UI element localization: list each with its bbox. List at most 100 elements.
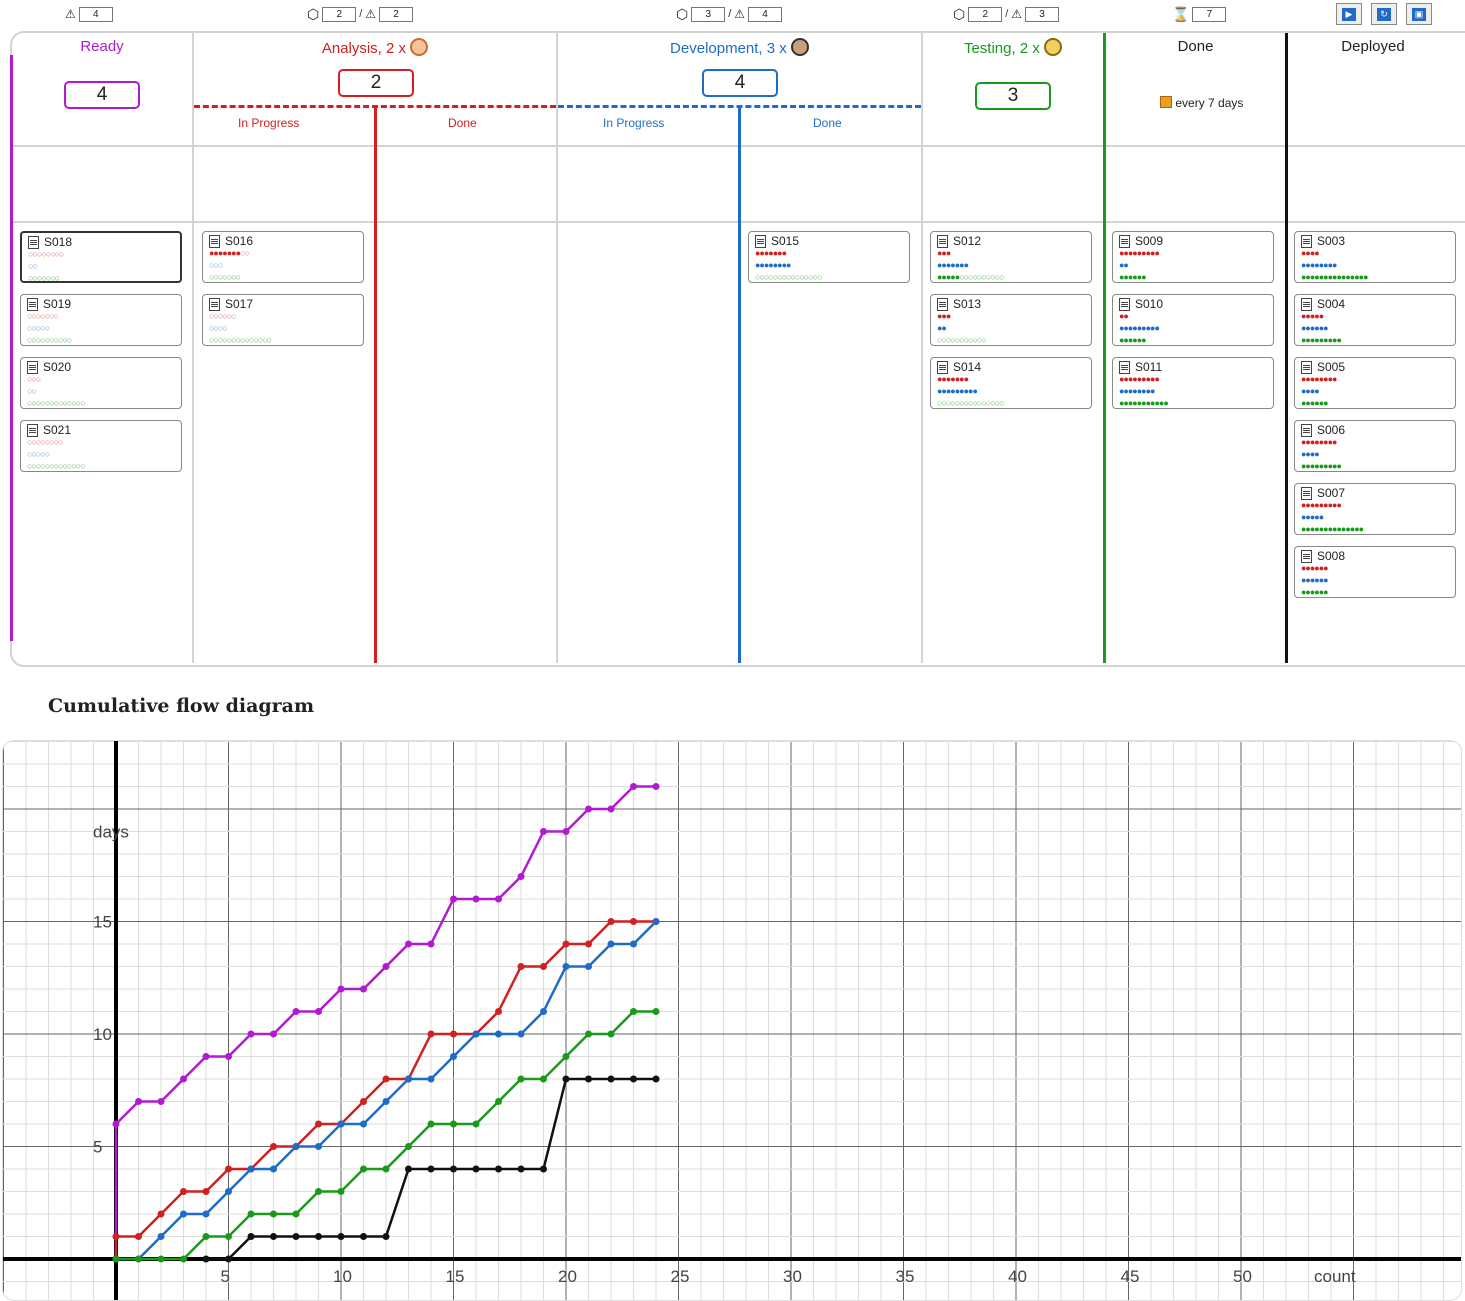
analysis-effort-dots: ●●●●●●●●●	[1301, 500, 1342, 510]
warning-icon: ⚠	[65, 7, 76, 21]
story-card[interactable]: S003 ●●●● ●●●●●●●● ●●●●●●●●●●●●●●●	[1294, 231, 1456, 283]
development-dice-input[interactable]: 3	[691, 6, 726, 22]
cfd-data-point	[652, 1075, 660, 1083]
testing-effort-dots: ○○○○○○○	[28, 273, 60, 283]
development-effort-dots: ●●●●●	[1301, 512, 1324, 522]
cfd-data-point	[180, 1188, 187, 1195]
document-icon	[27, 424, 38, 437]
story-card[interactable]: S017 ○○○○○○ ○○○○ ○○○○○○○○○○○○○○	[202, 294, 364, 346]
analysis-dice-input[interactable]: 2	[322, 6, 357, 22]
analysis-effort-dots: ●●●	[937, 311, 951, 321]
cfd-data-point	[247, 1233, 255, 1240]
step-button[interactable]: ↻	[1371, 3, 1397, 25]
testing-effort-dots: ○○○○○○○○○○○○○	[27, 398, 86, 408]
cfd-data-point	[157, 1098, 165, 1105]
dice-icon: ⬡	[953, 6, 966, 22]
testing-effort-dots: ○○○○○○○○○○	[27, 335, 72, 345]
testing-wip-count: 3	[975, 82, 1051, 110]
ready-boundary	[10, 55, 13, 641]
cfd-data-point	[472, 895, 480, 903]
cfd-data-point	[630, 1075, 637, 1083]
development-effort-dots: ○○○○	[209, 323, 228, 333]
cfd-data-point	[585, 940, 592, 948]
analysis-effort-dots: ○○○○○○	[209, 311, 237, 321]
cfd-data-point	[562, 940, 570, 948]
analysis-effort-dots: ○○○○○○○○	[28, 249, 64, 259]
analysis-limit-input[interactable]: 2	[379, 6, 414, 22]
cfd-data-point	[405, 1143, 412, 1150]
cfd-data-point	[517, 1075, 525, 1083]
testing-title: Testing, 2 x	[923, 38, 1103, 57]
cfd-data-point	[382, 1075, 390, 1083]
cfd-data-point	[315, 1233, 322, 1240]
analysis-effort-dots: ●●●●●●●●	[1301, 374, 1337, 384]
y-tick-label: 15	[93, 913, 112, 932]
cfd-data-point	[315, 1120, 322, 1128]
document-icon	[1301, 550, 1312, 563]
story-card[interactable]: S011 ●●●●●●●●● ●●●●●●●● ●●●●●●●●●●●	[1112, 357, 1274, 409]
cfd-data-point	[585, 805, 592, 813]
story-id: S009	[1135, 234, 1164, 248]
cfd-data-point	[630, 940, 637, 948]
cfd-data-point	[292, 1008, 300, 1015]
analysis-split-line	[374, 107, 377, 663]
story-card[interactable]: S009 ●●●●●●●●● ●● ●●●●●●	[1112, 231, 1274, 283]
development-effort-dots: ●●	[937, 323, 947, 333]
dice-icon: ⬡	[676, 6, 689, 22]
document-icon	[1301, 424, 1312, 437]
testing-limit-input[interactable]: 3	[1025, 6, 1060, 22]
story-card[interactable]: S006 ●●●●●●●● ●●●● ●●●●●●●●●	[1294, 420, 1456, 472]
testing-effort-dots: ○○○○○○○	[209, 272, 241, 282]
development-limit-input[interactable]: 4	[748, 6, 783, 22]
cfd-data-point	[585, 1030, 592, 1038]
development-effort-dots: ●●●●●●●●●	[937, 386, 978, 396]
analysis-effort-dots: ●●●●●●●●●	[1119, 248, 1160, 258]
cfd-data-point	[405, 1075, 412, 1083]
document-icon	[1119, 361, 1130, 374]
story-card[interactable]: S016 ●●●●●●●○○ ○○○ ○○○○○○○	[202, 231, 364, 283]
story-card[interactable]: S012 ●●● ●●●●●●● ●●●●●○○○○○○○○○○	[930, 231, 1092, 283]
ready-limit-input[interactable]: 4	[78, 6, 113, 22]
play-button[interactable]: ▶	[1336, 3, 1362, 25]
story-card[interactable]: S018 ○○○○○○○○ ○○ ○○○○○○○	[20, 231, 182, 283]
cfd-data-point	[472, 1165, 480, 1173]
development-effort-dots: ○○○	[209, 260, 223, 270]
analysis-effort-dots: ●●●●●●	[1301, 563, 1329, 573]
document-icon	[1119, 235, 1130, 248]
development-effort-dots: ○○	[27, 386, 37, 396]
deploy-controls: ⌛ 7	[1172, 4, 1227, 24]
cfd-data-point	[540, 963, 547, 970]
story-card[interactable]: S010 ●● ●●●●●●●●● ●●●●●●	[1112, 294, 1274, 346]
story-card[interactable]: S021 ○○○○○○○○ ○○○○○ ○○○○○○○○○○○○○	[20, 420, 182, 472]
testing-dice-input[interactable]: 2	[968, 6, 1003, 22]
story-id: S006	[1317, 423, 1346, 437]
story-card[interactable]: S019 ○○○○○○○ ○○○○○ ○○○○○○○○○○	[20, 294, 182, 346]
cfd-data-point	[607, 918, 615, 925]
story-card[interactable]: S014 ●●●●●●● ●●●●●●●●● ○○○○○○○○○○○○○○○	[930, 357, 1092, 409]
cfd-data-point	[135, 1233, 142, 1240]
cfd-data-point	[607, 805, 615, 813]
analysis-in-progress-label: In Progress	[238, 116, 300, 130]
reset-button[interactable]: ▣	[1406, 3, 1432, 25]
y-tick-label: 10	[93, 1025, 112, 1044]
deploy-interval-input[interactable]: 7	[1192, 6, 1227, 22]
story-card[interactable]: S015 ●●●●●●● ●●●●●●●● ○○○○○○○○○○○○○○○	[748, 231, 910, 283]
story-card[interactable]: S020 ○○○ ○○ ○○○○○○○○○○○○○	[20, 357, 182, 409]
testing-effort-dots: ○○○○○○○○○○○○○○	[209, 335, 272, 345]
document-icon	[937, 361, 948, 374]
cfd-data-point	[607, 1030, 615, 1038]
analysis-wip-count: 2	[338, 69, 414, 97]
cfd-data-point	[360, 1233, 367, 1240]
cfd-data-point	[382, 1165, 390, 1173]
story-card[interactable]: S005 ●●●●●●●● ●●●● ●●●●●●	[1294, 357, 1456, 409]
story-card[interactable]: S008 ●●●●●● ●●●●●● ●●●●●●	[1294, 546, 1456, 598]
development-title: Development, 3 x	[558, 38, 921, 57]
story-card[interactable]: S013 ●●● ●● ○○○○○○○○○○○	[930, 294, 1092, 346]
cfd-data-point	[202, 1188, 210, 1195]
cfd-data-point	[427, 1030, 435, 1038]
analysis-effort-dots: ●●●●●●●	[755, 248, 787, 258]
story-card[interactable]: S007 ●●●●●●●●● ●●●●● ●●●●●●●●●●●●●●	[1294, 483, 1456, 535]
story-card[interactable]: S004 ●●●●● ●●●●●● ●●●●●●●●●	[1294, 294, 1456, 346]
development-effort-dots: ●●●●●●●●	[1301, 260, 1337, 270]
analysis-effort-dots: ●●●●●	[1301, 311, 1324, 321]
